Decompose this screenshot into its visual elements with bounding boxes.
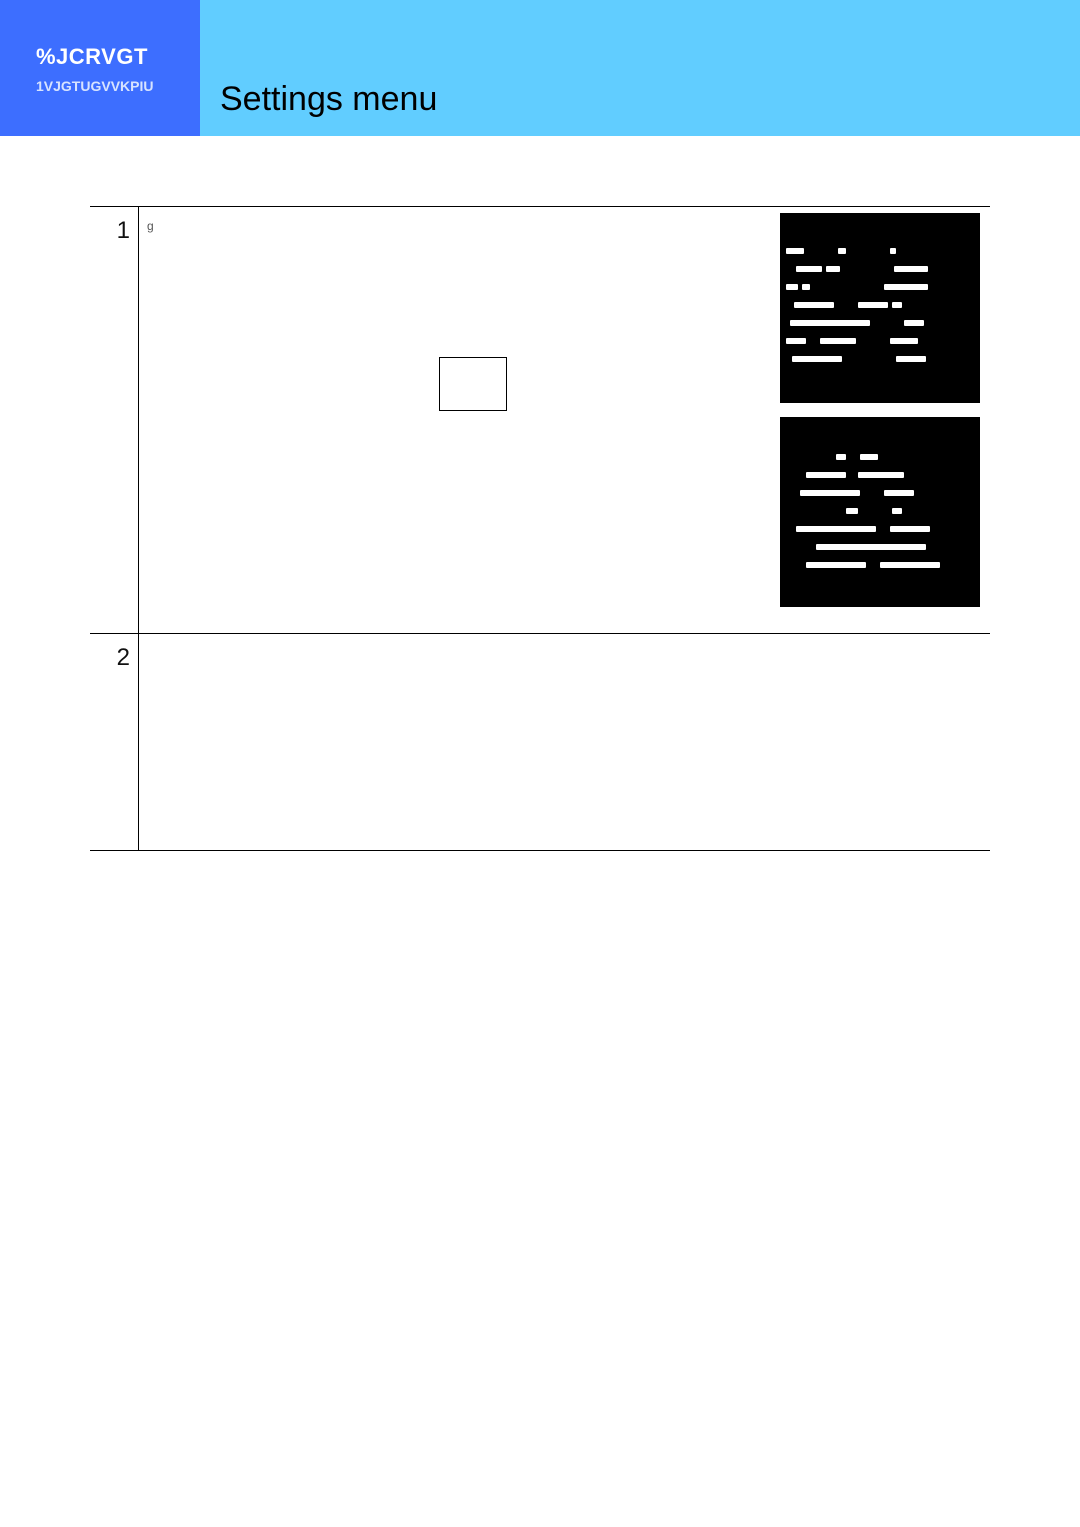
page-title: Settings menu xyxy=(220,80,437,119)
screenshot-thumbnail xyxy=(780,417,980,607)
chapter-sub-label: 1VJGTUGVVKPIU xyxy=(36,78,200,94)
step-row: 2 xyxy=(90,634,990,851)
step-body xyxy=(139,634,991,851)
step-text: g xyxy=(147,219,154,233)
step-number: 1 xyxy=(90,207,139,634)
step-row: 1 g xyxy=(90,207,990,634)
chapter-badge: %JCRVGT 1VJGTUGVVKPIU xyxy=(0,0,200,136)
page-banner: %JCRVGT 1VJGTUGVVKPIU Settings menu xyxy=(0,0,1080,136)
screenshot-thumbnail xyxy=(780,213,980,403)
step-body: g xyxy=(139,207,991,634)
table-bottom-rule xyxy=(90,851,990,852)
steps-table: 1 g xyxy=(90,206,990,851)
chapter-label: %JCRVGT xyxy=(36,44,200,70)
step-number: 2 xyxy=(90,634,139,851)
content-area: 1 g xyxy=(90,206,990,851)
outline-box xyxy=(439,357,507,411)
